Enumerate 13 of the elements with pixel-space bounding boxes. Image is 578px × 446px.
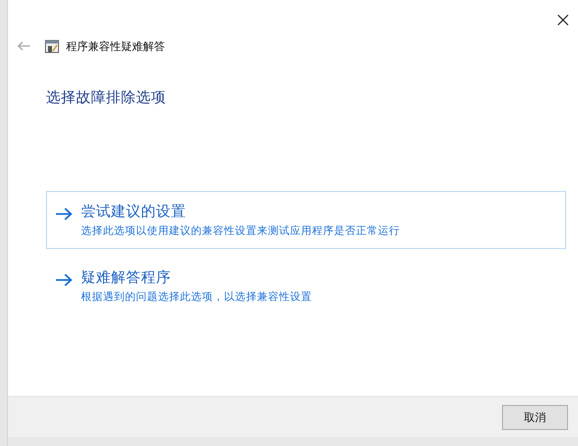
window-title: 程序兼容性疑难解答 (66, 38, 165, 54)
option-description: 选择此选项以使用建议的兼容性设置来测试应用程序是否正常运行 (81, 224, 400, 238)
arrow-icon (55, 273, 73, 287)
option-description: 根据遇到的问题选择此选项，以选择兼容性设置 (81, 290, 312, 304)
cancel-button[interactable]: 取消 (502, 404, 568, 430)
arrow-icon (55, 207, 73, 221)
page-heading: 选择故障排除选项 (46, 88, 167, 107)
troubleshoot-option[interactable]: 尝试建议的设置 选择此选项以使用建议的兼容性设置来测试应用程序是否正常运行 (46, 191, 566, 249)
troubleshoot-option[interactable]: 疑难解答程序 根据遇到的问题选择此选项，以选择兼容性设置 (46, 257, 566, 315)
close-icon[interactable] (557, 14, 569, 26)
app-window-icon (45, 40, 59, 52)
option-title: 疑难解答程序 (81, 269, 172, 287)
option-title: 尝试建议的设置 (81, 202, 187, 221)
